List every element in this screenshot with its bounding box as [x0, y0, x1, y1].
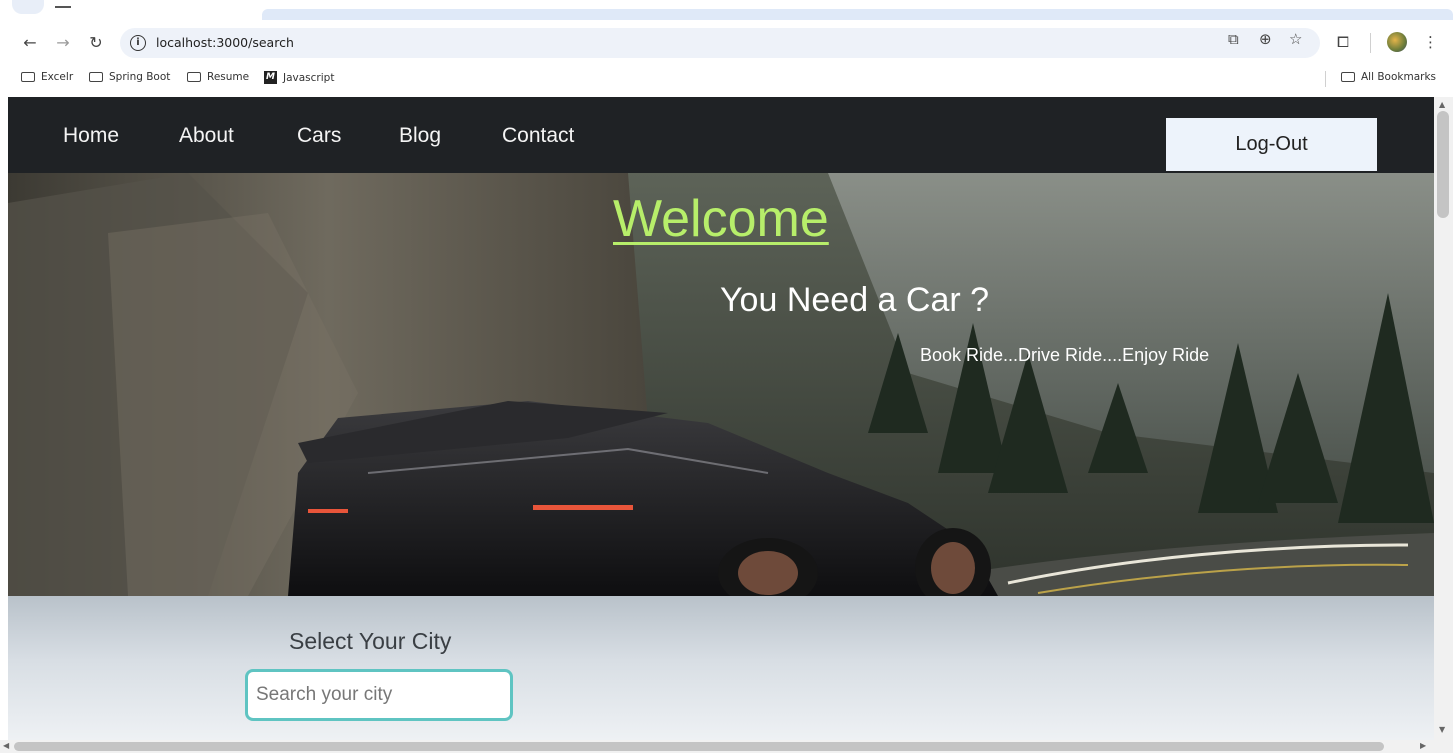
scroll-down-icon[interactable]: ▼ [1439, 725, 1445, 734]
bookmark-javascript[interactable]: M Javascript [264, 71, 334, 84]
scroll-right-icon[interactable]: ▶ [1420, 741, 1426, 750]
browser-tab[interactable] [12, 0, 44, 14]
zoom-icon[interactable]: ⊕ [1259, 30, 1272, 48]
welcome-heading[interactable]: Welcome [613, 189, 829, 249]
bookmark-label: Excelr [41, 71, 74, 83]
hero-tagline: Book Ride...Drive Ride....Enjoy Ride [920, 345, 1210, 365]
bookmark-label: Spring Boot [109, 71, 171, 83]
logout-button[interactable]: Log-Out [1166, 118, 1377, 171]
reload-icon[interactable]: ↻ [86, 33, 106, 53]
browser-toolbar: ← → ↻ i localhost:3000/search ⧉ ⊕ ☆ ⧠ ⋮ [0, 20, 1453, 66]
vertical-scroll-thumb[interactable] [1437, 111, 1449, 218]
medium-logo-icon: M [264, 71, 277, 84]
all-bookmarks-label: All Bookmarks [1361, 71, 1437, 83]
bookmark-label: Resume [207, 71, 250, 83]
back-arrow-icon[interactable]: ← [20, 33, 40, 53]
folder-icon [187, 72, 201, 82]
cast-icon[interactable]: ⧉ [1228, 30, 1239, 48]
city-search-input[interactable] [245, 669, 513, 721]
toolbar-divider [1370, 33, 1371, 53]
folder-icon [89, 72, 103, 82]
nav-link-home[interactable]: Home [63, 124, 119, 148]
bookmark-star-icon[interactable]: ☆ [1289, 30, 1302, 48]
folder-icon [1341, 72, 1355, 82]
bookmarks-bar: Excelr Spring Boot Resume M Javascript A… [0, 66, 1453, 92]
extensions-icon[interactable]: ⧠ [1337, 33, 1349, 51]
bookmark-excelr[interactable]: Excelr [21, 71, 73, 83]
hero-headline: You Need a Car ? [720, 281, 990, 319]
address-url[interactable]: localhost:3000/search [156, 35, 294, 50]
bookmark-spring-boot[interactable]: Spring Boot [89, 71, 170, 83]
select-city-title: Select Your City [289, 628, 452, 654]
folder-icon [21, 72, 35, 82]
site-info-icon[interactable]: i [130, 35, 146, 51]
profile-avatar[interactable] [1387, 32, 1407, 52]
all-bookmarks-button[interactable]: All Bookmarks [1341, 71, 1436, 83]
bookmarks-divider [1325, 71, 1326, 87]
browser-tab-strip [0, 0, 1453, 20]
scroll-up-icon[interactable]: ▲ [1439, 100, 1445, 109]
bookmark-label: Javascript [283, 71, 335, 84]
address-bar[interactable]: i localhost:3000/search [120, 28, 1320, 58]
city-search-section: Select Your City [8, 596, 1434, 740]
nav-link-contact[interactable]: Contact [502, 124, 574, 148]
hero-banner: Welcome You Need a Car ? Book Ride...Dri… [8, 173, 1434, 596]
active-tab-area [262, 9, 1453, 20]
kebab-menu-icon[interactable]: ⋮ [1423, 33, 1438, 51]
horizontal-scroll-thumb[interactable] [14, 742, 1384, 751]
minimize-icon[interactable] [55, 6, 71, 8]
page-viewport: Home About Cars Blog Contact Log-Out Wel… [8, 97, 1434, 740]
nav-link-blog[interactable]: Blog [399, 124, 441, 148]
horizontal-scrollbar[interactable]: ◀ ▶ [0, 740, 1453, 753]
nav-link-cars[interactable]: Cars [297, 124, 341, 148]
forward-arrow-icon[interactable]: → [53, 33, 73, 53]
vertical-scrollbar[interactable]: ▲ ▼ [1434, 97, 1453, 740]
nav-link-about[interactable]: About [179, 124, 234, 148]
bookmark-resume[interactable]: Resume [187, 71, 249, 83]
site-navbar: Home About Cars Blog Contact Log-Out [8, 97, 1434, 173]
scroll-left-icon[interactable]: ◀ [3, 741, 9, 750]
